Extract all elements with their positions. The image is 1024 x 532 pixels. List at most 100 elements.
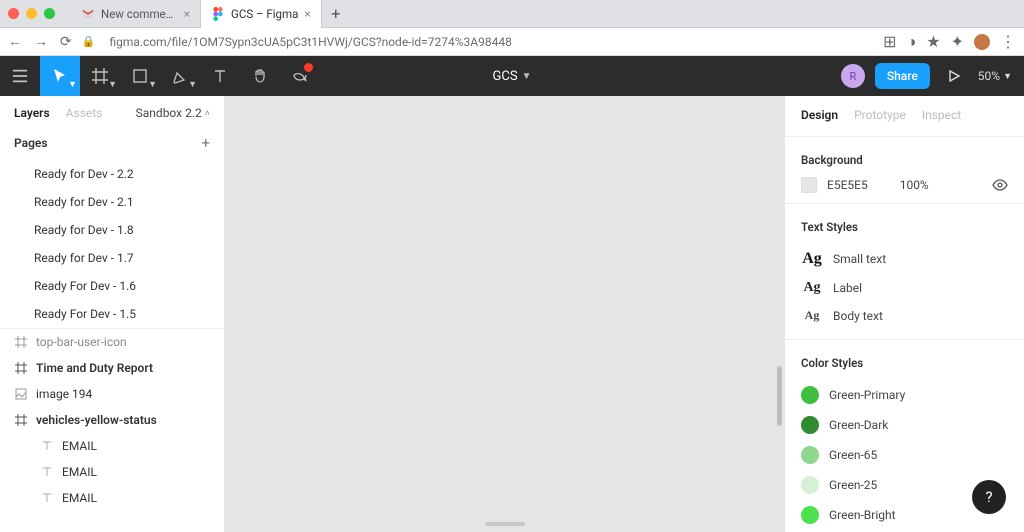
layer-row[interactable]: image 194 xyxy=(0,381,224,407)
extension-icon[interactable]: ◑ xyxy=(907,32,917,52)
visibility-toggle-icon[interactable] xyxy=(992,179,1008,191)
chevron-down-icon: ▼ xyxy=(1003,71,1012,82)
minimize-window-icon[interactable] xyxy=(26,8,37,19)
color-hex[interactable]: E5E5E5 xyxy=(827,178,868,192)
extension-icon[interactable]: ★ xyxy=(926,32,940,51)
gmail-icon xyxy=(81,7,95,21)
frame-icon xyxy=(14,413,28,427)
layer-row[interactable]: EMAIL xyxy=(0,433,224,459)
left-panel: Layers Assets Sandbox 2.2 ˄ Pages + Read… xyxy=(0,96,225,532)
text-style-item[interactable]: AgSmall text xyxy=(801,244,1008,274)
profile-avatar[interactable] xyxy=(974,34,990,50)
chevron-down-icon: ▼ xyxy=(148,79,157,90)
color-swatch xyxy=(801,386,819,404)
tab-title: GCS – Figma xyxy=(231,7,298,21)
layer-row[interactable]: EMAIL xyxy=(0,459,224,485)
page-item[interactable]: Ready for Dev - 1.7 xyxy=(0,244,224,272)
right-panel-tabs: Design Prototype Inspect xyxy=(785,96,1024,130)
frame-icon xyxy=(14,335,28,349)
browser-address-bar: ← → ⟳ 🔒 figma.com/file/1OM7Sypn3cUA5pC3t… xyxy=(0,28,1024,56)
tab-prototype[interactable]: Prototype xyxy=(854,108,906,122)
page-item[interactable]: Ready for Dev - 2.2 xyxy=(0,160,224,188)
chevron-up-icon: ˄ xyxy=(205,108,210,119)
hand-tool[interactable] xyxy=(240,56,280,96)
page-item[interactable]: Ready For Dev - 1.6 xyxy=(0,272,224,300)
text-style-item[interactable]: AgBody text xyxy=(801,302,1008,329)
browser-tab-0[interactable]: New comments on GCS – ruth × xyxy=(71,0,201,28)
help-button[interactable]: ? xyxy=(972,480,1006,514)
document-title[interactable]: GCS ▼ xyxy=(493,69,532,84)
tab-layers[interactable]: Layers xyxy=(14,106,50,120)
move-tool[interactable]: ▼ xyxy=(40,56,80,96)
extension-icon[interactable]: ⊞ xyxy=(883,32,896,51)
frame-icon xyxy=(14,361,28,375)
text-style-icon: Ag xyxy=(801,308,823,323)
tab-inspect[interactable]: Inspect xyxy=(922,108,961,122)
url-field[interactable]: figma.com/file/1OM7Sypn3cUA5pC3t1HVWj/GC… xyxy=(109,35,873,49)
layer-row[interactable]: Time and Duty Report xyxy=(0,355,224,381)
maximize-window-icon[interactable] xyxy=(44,8,55,19)
forward-icon[interactable]: → xyxy=(34,33,48,50)
browser-tabstrip: New comments on GCS – ruth × GCS – Figma… xyxy=(0,0,1024,28)
chevron-down-icon: ▼ xyxy=(68,79,77,90)
tab-design[interactable]: Design xyxy=(801,108,838,122)
browser-menu-icon[interactable]: ⋮ xyxy=(1000,32,1016,51)
layer-row[interactable]: EMAIL xyxy=(0,485,224,511)
page-item[interactable]: Ready for Dev - 1.8 xyxy=(0,216,224,244)
page-item[interactable]: Ready for Dev - 2.1 xyxy=(0,188,224,216)
comment-tool[interactable] xyxy=(280,56,320,96)
pen-tool[interactable]: ▼ xyxy=(160,56,200,96)
color-swatch xyxy=(801,506,819,524)
browser-tab-1[interactable]: GCS – Figma × xyxy=(201,0,322,28)
shape-tool[interactable]: ▼ xyxy=(120,56,160,96)
new-tab-button[interactable]: + xyxy=(322,4,350,23)
layer-row[interactable]: vehicles-yellow-status xyxy=(0,407,224,433)
notification-badge xyxy=(304,63,313,72)
back-icon[interactable]: ← xyxy=(8,33,22,50)
right-panel: Design Prototype Inspect Background E5E5… xyxy=(784,96,1024,532)
share-button[interactable]: Share xyxy=(875,63,930,89)
pages-heading: Pages + xyxy=(0,126,224,160)
reload-icon[interactable]: ⟳ xyxy=(60,34,72,50)
color-style-item[interactable]: Green-Dark xyxy=(801,410,1008,440)
scrollbar-vertical[interactable] xyxy=(777,366,782,426)
color-swatch[interactable] xyxy=(801,177,817,193)
color-swatch xyxy=(801,416,819,434)
close-tab-icon[interactable]: × xyxy=(184,7,190,21)
figma-toolbar: ▼ ▼ ▼ ▼ GCS ▼ R Share 50% ▼ xyxy=(0,56,1024,96)
text-styles-section: Text Styles AgSmall text AgLabel AgBody … xyxy=(785,210,1024,333)
canvas[interactable] xyxy=(225,96,784,532)
layer-row[interactable]: top-bar-user-icon xyxy=(0,329,224,355)
text-tool[interactable] xyxy=(200,56,240,96)
workspace: Layers Assets Sandbox 2.2 ˄ Pages + Read… xyxy=(0,96,1024,532)
window-controls[interactable] xyxy=(8,8,55,19)
color-swatch xyxy=(801,476,819,494)
color-style-item[interactable]: Green-Primary xyxy=(801,380,1008,410)
tab-assets[interactable]: Assets xyxy=(66,106,103,120)
tab-title: New comments on GCS – ruth xyxy=(101,7,178,21)
chevron-down-icon: ▼ xyxy=(188,79,197,90)
present-button[interactable] xyxy=(940,56,968,96)
scrollbar-horizontal[interactable] xyxy=(485,522,525,526)
figma-icon xyxy=(211,7,225,21)
page-selector[interactable]: Sandbox 2.2 ˄ xyxy=(136,106,210,120)
text-icon xyxy=(40,465,54,479)
text-icon xyxy=(40,491,54,505)
page-item[interactable]: Ready For Dev - 1.5 xyxy=(0,300,224,328)
text-style-icon: Ag xyxy=(801,280,823,296)
collaborator-avatar[interactable]: R xyxy=(841,64,865,88)
left-panel-tabs: Layers Assets Sandbox 2.2 ˄ xyxy=(0,96,224,126)
chevron-down-icon: ▼ xyxy=(522,71,532,82)
extensions-menu-icon[interactable]: ✦ xyxy=(951,32,964,51)
text-style-icon: Ag xyxy=(801,250,823,268)
add-page-button[interactable]: + xyxy=(201,134,210,152)
zoom-control[interactable]: 50% ▼ xyxy=(978,69,1012,83)
frame-tool[interactable]: ▼ xyxy=(80,56,120,96)
opacity-value[interactable]: 100% xyxy=(900,178,929,192)
close-window-icon[interactable] xyxy=(8,8,19,19)
chevron-down-icon: ▼ xyxy=(108,79,117,90)
close-tab-icon[interactable]: × xyxy=(304,7,310,21)
main-menu-button[interactable] xyxy=(0,56,40,96)
color-style-item[interactable]: Green-65 xyxy=(801,440,1008,470)
text-style-item[interactable]: AgLabel xyxy=(801,274,1008,302)
